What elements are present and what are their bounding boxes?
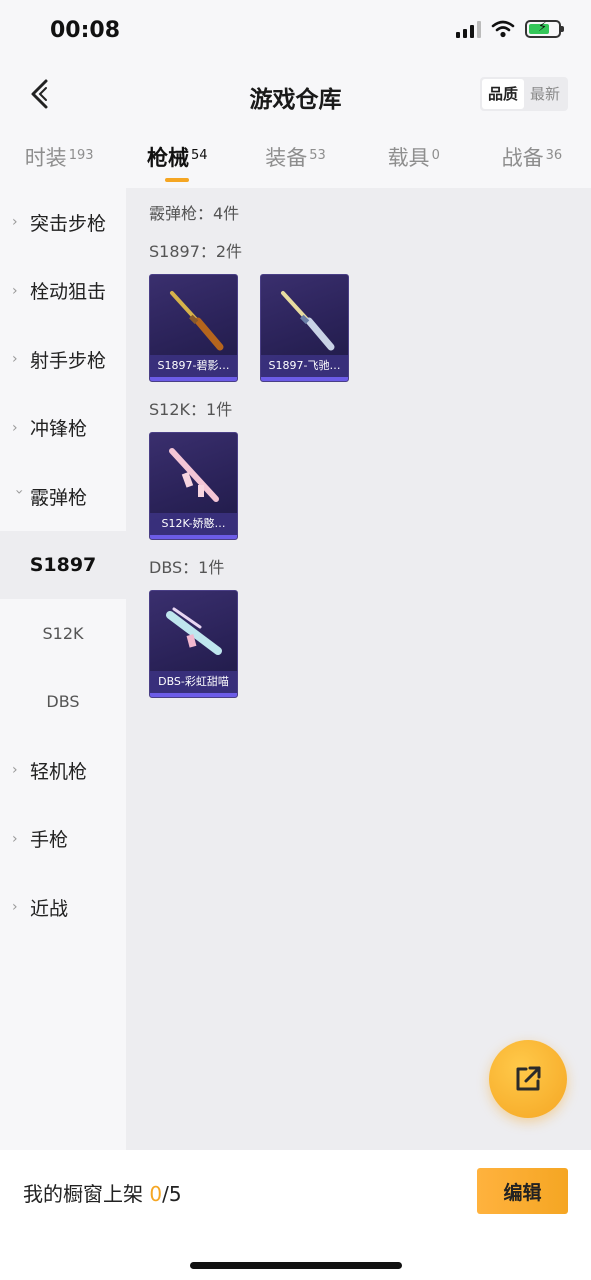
shotgun-image <box>166 607 222 655</box>
tab-fashion[interactable]: 时装 193 <box>0 130 118 188</box>
group-header-dbs: DBS：1件 <box>149 558 225 577</box>
share-button[interactable] <box>489 1040 567 1118</box>
tab-supplies[interactable]: 战备 36 <box>473 130 591 188</box>
group-header-s1897: S1897：2件 <box>149 242 243 261</box>
cellular-signal-icon <box>456 20 481 38</box>
sidebar-item-bolt-action-sniper[interactable]: › 栓动狙击 <box>0 257 126 326</box>
shotgun-image <box>169 448 219 502</box>
battery-icon: ⚡ <box>525 20 564 38</box>
chevron-right-icon: › <box>12 419 18 436</box>
chevron-right-icon: › <box>12 214 18 231</box>
sidebar-item-pistol[interactable]: › 手枪 <box>0 805 126 874</box>
weapon-type-sidebar: › 突击步枪 › 栓动狙击 › 射手步枪 › 冲锋枪 › 霰弹枪 S1897 S12K D… <box>0 188 126 1150</box>
chevron-right-icon: › <box>12 762 18 779</box>
weapon-card[interactable]: S1897-碧影… <box>149 274 238 382</box>
active-tab-indicator <box>165 178 190 182</box>
status-bar: 00:08 ⚡ <box>0 0 591 64</box>
shotgun-image <box>281 291 335 351</box>
sidebar-item-smg[interactable]: › 冲锋枪 <box>0 394 126 463</box>
sidebar-subitem-s12k[interactable]: S12K <box>0 599 126 668</box>
wifi-icon <box>491 20 515 38</box>
sidebar-item-melee[interactable]: › 近战 <box>0 873 126 942</box>
sidebar-subitem-s1897[interactable]: S1897 <box>0 530 126 599</box>
sidebar-item-lmg[interactable]: › 轻机枪 <box>0 736 126 805</box>
sort-option-quality[interactable]: 品质 <box>481 79 524 109</box>
category-tabs: 时装 193 枪械 54 装备 53 载具 0 战备 36 <box>0 130 591 188</box>
group-header-s12k: S12K：1件 <box>149 400 233 419</box>
category-header: 霰弹枪：4件 <box>149 204 240 223</box>
sidebar-item-assault-rifle[interactable]: › 突击步枪 <box>0 188 126 257</box>
external-link-icon <box>516 1066 541 1091</box>
sort-toggle: 品质 最新 <box>479 77 568 111</box>
weapon-card[interactable]: S1897-飞驰… <box>260 274 349 382</box>
sidebar-subitem-dbs[interactable]: DBS <box>0 668 126 737</box>
chevron-right-icon: › <box>12 830 18 847</box>
sort-option-latest[interactable]: 最新 <box>524 79 566 109</box>
weapon-card[interactable]: DBS-彩虹甜喵 <box>149 590 238 698</box>
status-time: 00:08 <box>50 18 121 43</box>
weapon-list: 霰弹枪：4件 S1897：2件 S1897-碧影… S1897-飞驰… S12K… <box>126 188 591 1150</box>
tab-firearms[interactable]: 枪械 54 <box>118 130 236 188</box>
sidebar-item-marksman-rifle[interactable]: › 射手步枪 <box>0 325 126 394</box>
shotgun-image <box>170 291 224 351</box>
chevron-down-icon: › <box>11 489 27 495</box>
chevron-right-icon: › <box>12 282 18 299</box>
navigation-bar: 游戏仓库 品质 最新 <box>0 64 591 126</box>
tab-vehicles[interactable]: 载具 0 <box>355 130 473 188</box>
showcase-bar: 我的橱窗上架 0/5 编辑 <box>0 1150 591 1280</box>
weapon-card[interactable]: S12K-娇憨… <box>149 432 238 540</box>
chevron-right-icon: › <box>12 899 18 916</box>
home-indicator <box>190 1262 402 1269</box>
chevron-right-icon: › <box>12 351 18 368</box>
edit-button[interactable]: 编辑 <box>477 1168 568 1214</box>
tab-equipment[interactable]: 装备 53 <box>236 130 354 188</box>
showcase-status: 我的橱窗上架 0/5 <box>23 1182 182 1206</box>
sidebar-item-shotgun[interactable]: › 霰弹枪 <box>0 462 126 531</box>
